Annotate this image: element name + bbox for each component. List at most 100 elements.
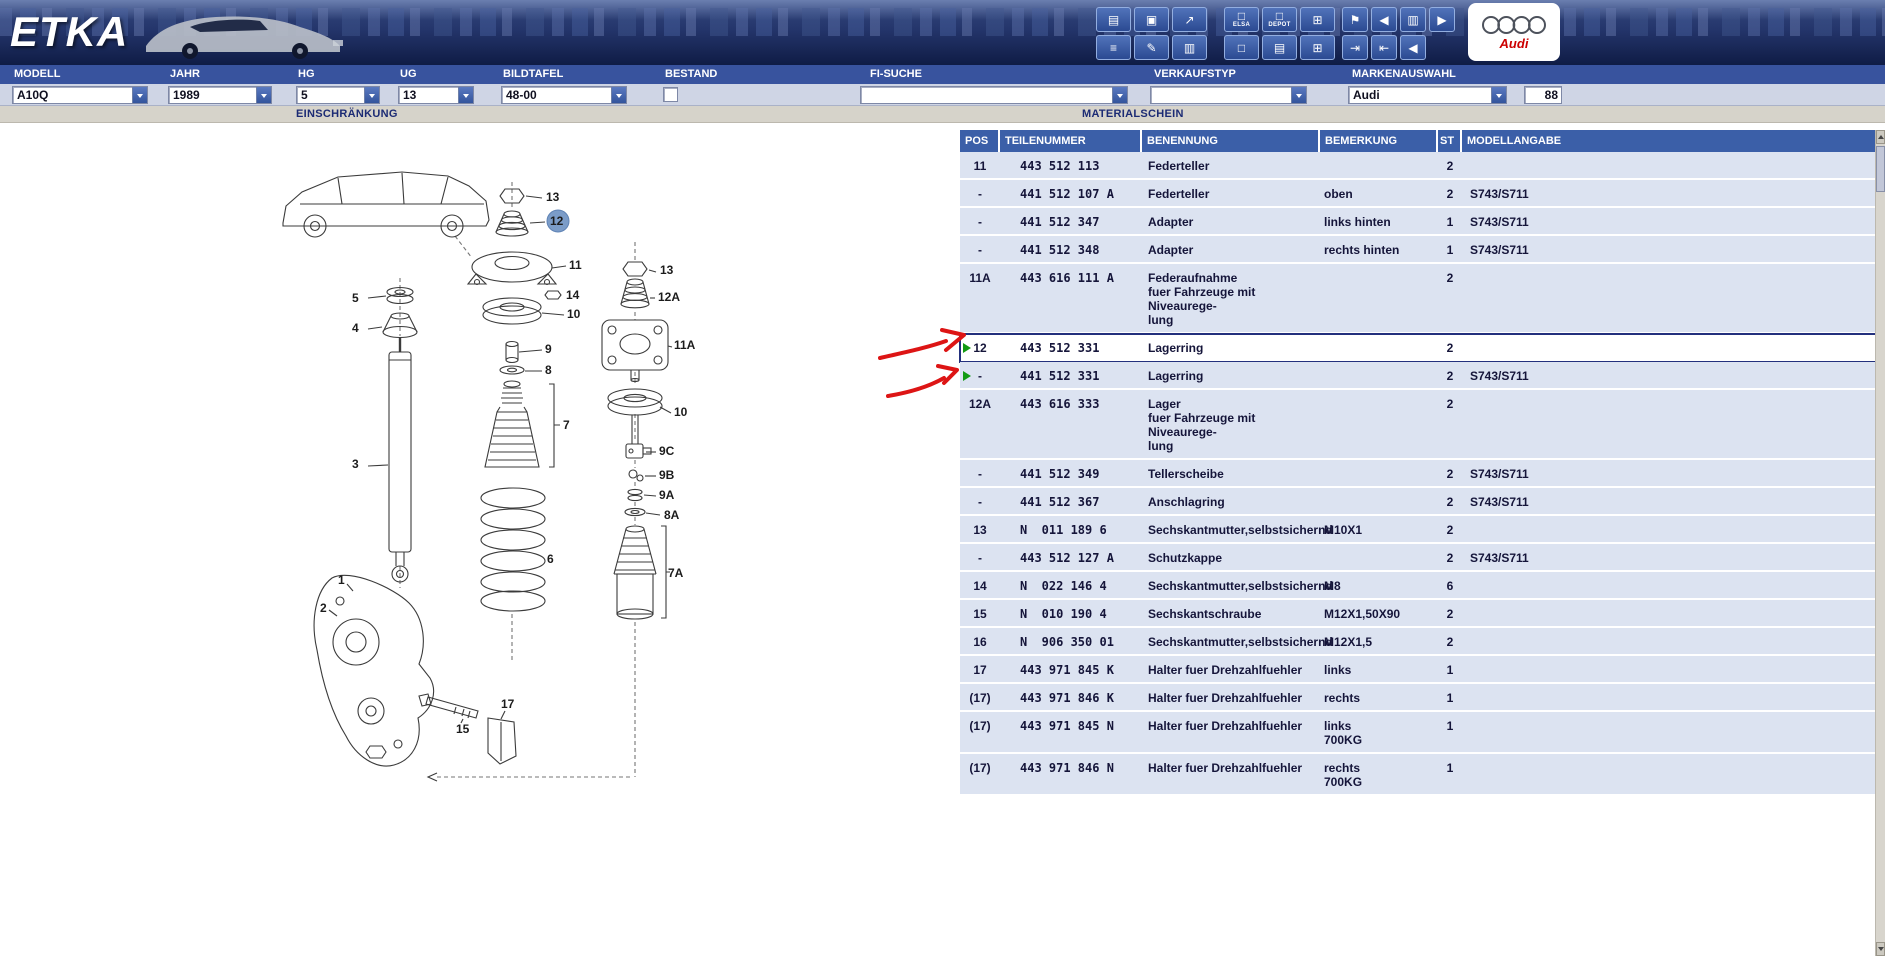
model-cell	[1462, 334, 1876, 360]
st-cell: 1	[1438, 712, 1462, 752]
table-row[interactable]: 14N 022 146 4Sechskantmutter,selbstsiche…	[960, 572, 1876, 600]
ug-select[interactable]: 13	[398, 86, 474, 104]
screenshot-button[interactable]: ▣	[1134, 7, 1169, 32]
part-cell: N 010 190 4	[1000, 600, 1142, 626]
st-cell: 1	[1438, 208, 1462, 234]
filter-labels-bar: MODELL JAHR HG UG BILDTAFEL BESTAND FI-S…	[0, 65, 1885, 84]
modell-value: A10Q	[13, 87, 132, 103]
etka-window: ETKA ▤▣↗≡✎▥ □ELSA□DEPOT⊞□▤⊞ ⚑◀▥▶⇥⇤◀ Audi…	[0, 0, 1885, 956]
table-row[interactable]: -441 512 107 AFedertelleroben2S743/S711	[960, 180, 1876, 208]
table-row[interactable]: 11443 512 113Federteller2	[960, 152, 1876, 180]
table-row[interactable]: -443 512 127 ASchutzkappe2S743/S711	[960, 544, 1876, 572]
verkaufstyp-select[interactable]	[1150, 86, 1307, 104]
scroll-down-icon[interactable]	[1876, 942, 1885, 956]
markenauswahl-select[interactable]: Audi	[1348, 86, 1507, 104]
ug-label: UG	[400, 68, 417, 80]
pin-button[interactable]: ⚑	[1342, 7, 1368, 32]
model-cell	[1462, 656, 1876, 682]
nav-left-button[interactable]: ◀	[1371, 7, 1397, 32]
depot-button[interactable]: □DEPOT	[1262, 7, 1297, 32]
model-cell	[1462, 600, 1876, 626]
parts-diagram: 131211141098765431215171312A11A109C9B9A8…	[0, 122, 960, 822]
st-cell: 2	[1438, 180, 1462, 206]
diagram-callout: 14	[566, 288, 580, 302]
table-row[interactable]: -441 512 347Adapterlinks hinten1S743/S71…	[960, 208, 1876, 236]
modell-select[interactable]: A10Q	[12, 86, 148, 104]
edit-button[interactable]: ✎	[1134, 35, 1169, 60]
table-row[interactable]: -441 512 367Anschlagring2S743/S711	[960, 488, 1876, 516]
table-row[interactable]: 13N 011 189 6Sechskantmutter,selbstsiche…	[960, 516, 1876, 544]
diagram-callout: 4	[352, 321, 359, 335]
model-cell: S743/S711	[1462, 544, 1876, 570]
cart-icon: ⊞	[1312, 14, 1322, 26]
model-cell	[1462, 684, 1876, 710]
model-cell	[1462, 264, 1876, 332]
st-cell: 2	[1438, 544, 1462, 570]
app-header: ETKA ▤▣↗≡✎▥ □ELSA□DEPOT⊞□▤⊞ ⚑◀▥▶⇥⇤◀ Audi	[0, 0, 1885, 65]
nav-right-button[interactable]: ▶	[1429, 7, 1455, 32]
bildtafel-select[interactable]: 48-00	[501, 86, 627, 104]
screen-copy-button[interactable]: □	[1224, 35, 1259, 60]
name-cell: Adapter	[1142, 236, 1320, 262]
table-row[interactable]: -441 512 349Tellerscheibe2S743/S711	[960, 460, 1876, 488]
elsa-button[interactable]: □ELSA	[1224, 7, 1259, 32]
part-cell: 443 512 331	[1000, 334, 1142, 360]
table-row[interactable]: 17443 971 845 KHalter fuer Drehzahlfuehl…	[960, 656, 1876, 684]
go-first-button[interactable]: ⇥	[1342, 35, 1368, 60]
go-first-icon: ⇥	[1350, 42, 1360, 54]
diagram-callout: 13	[546, 190, 560, 204]
note-cell	[1320, 488, 1438, 514]
table-row[interactable]: 12A443 616 333Lager fuer Fahrzeuge mit N…	[960, 390, 1876, 460]
ug-dropdown-arrow-icon[interactable]	[458, 87, 473, 103]
table-row[interactable]: 11A443 616 111 AFederaufnahme fuer Fahrz…	[960, 264, 1876, 334]
screen-list-button[interactable]: ▤	[1262, 35, 1297, 60]
table-row[interactable]: -441 512 348Adapterrechts hinten1S743/S7…	[960, 236, 1876, 264]
table-row[interactable]: (17)443 971 845 NHalter fuer Drehzahlfue…	[960, 712, 1876, 754]
scroll-up-icon[interactable]	[1876, 130, 1885, 144]
hg-dropdown-arrow-icon[interactable]	[364, 87, 379, 103]
note-cell: links hinten	[1320, 208, 1438, 234]
bestand-checkbox[interactable]	[663, 87, 678, 102]
table-row[interactable]: 12443 512 331Lagerring2	[960, 334, 1876, 362]
st-cell: 1	[1438, 236, 1462, 262]
table-row[interactable]: (17)443 971 846 NHalter fuer Drehzahlfue…	[960, 754, 1876, 796]
diagram-callout: 12A	[658, 290, 680, 304]
jahr-dropdown-arrow-icon[interactable]	[256, 87, 271, 103]
go-back-button[interactable]: ⇤	[1371, 35, 1397, 60]
back-button[interactable]: ◀	[1400, 35, 1426, 60]
bildtafel-dropdown-arrow-icon[interactable]	[611, 87, 626, 103]
name-cell: Lagerring	[1142, 362, 1320, 388]
diagram-callout: 13	[660, 263, 674, 277]
modell-dropdown-arrow-icon[interactable]	[132, 87, 147, 103]
diagram-callout: 10	[674, 405, 688, 419]
toolbar-group-shop: □ELSA□DEPOT⊞□▤⊞	[1224, 7, 1335, 60]
hg-select[interactable]: 5	[296, 86, 380, 104]
jahr-select[interactable]: 1989	[168, 86, 272, 104]
cart-button[interactable]: ⊞	[1300, 7, 1335, 32]
header-car-image	[128, 4, 363, 60]
fi-suche-select[interactable]	[860, 86, 1128, 104]
scrollbar-thumb[interactable]	[1876, 146, 1885, 192]
cart-add-button[interactable]: ⊞	[1300, 35, 1335, 60]
export-button[interactable]: ↗	[1172, 7, 1207, 32]
table-row[interactable]: 16N 906 350 01Sechskantmutter,selbstsich…	[960, 628, 1876, 656]
graph-button[interactable]: ▥	[1172, 35, 1207, 60]
vertical-scrollbar[interactable]	[1875, 130, 1885, 956]
name-cell: Tellerscheibe	[1142, 460, 1320, 486]
go-back-icon: ⇤	[1379, 42, 1389, 54]
print-button[interactable]: ▤	[1096, 7, 1131, 32]
nav-pages-button[interactable]: ▥	[1400, 7, 1426, 32]
page-number-field[interactable]: 88	[1524, 86, 1562, 104]
table-row[interactable]: 15N 010 190 4SechskantschraubeM12X1,50X9…	[960, 600, 1876, 628]
list-button[interactable]: ≡	[1096, 35, 1131, 60]
table-row[interactable]: (17)443 971 846 KHalter fuer Drehzahlfue…	[960, 684, 1876, 712]
hg-label: HG	[298, 68, 315, 80]
diagram-callout[interactable]: 12	[550, 214, 564, 228]
markenauswahl-dropdown-arrow-icon[interactable]	[1491, 87, 1506, 103]
fi-suche-dropdown-arrow-icon[interactable]	[1112, 87, 1127, 103]
verkaufstyp-dropdown-arrow-icon[interactable]	[1291, 87, 1306, 103]
pos-cell: 13	[960, 516, 1000, 542]
jahr-value: 1989	[169, 87, 256, 103]
table-row[interactable]: -441 512 331Lagerring2S743/S711	[960, 362, 1876, 390]
elsa-label: ELSA	[1233, 22, 1250, 29]
